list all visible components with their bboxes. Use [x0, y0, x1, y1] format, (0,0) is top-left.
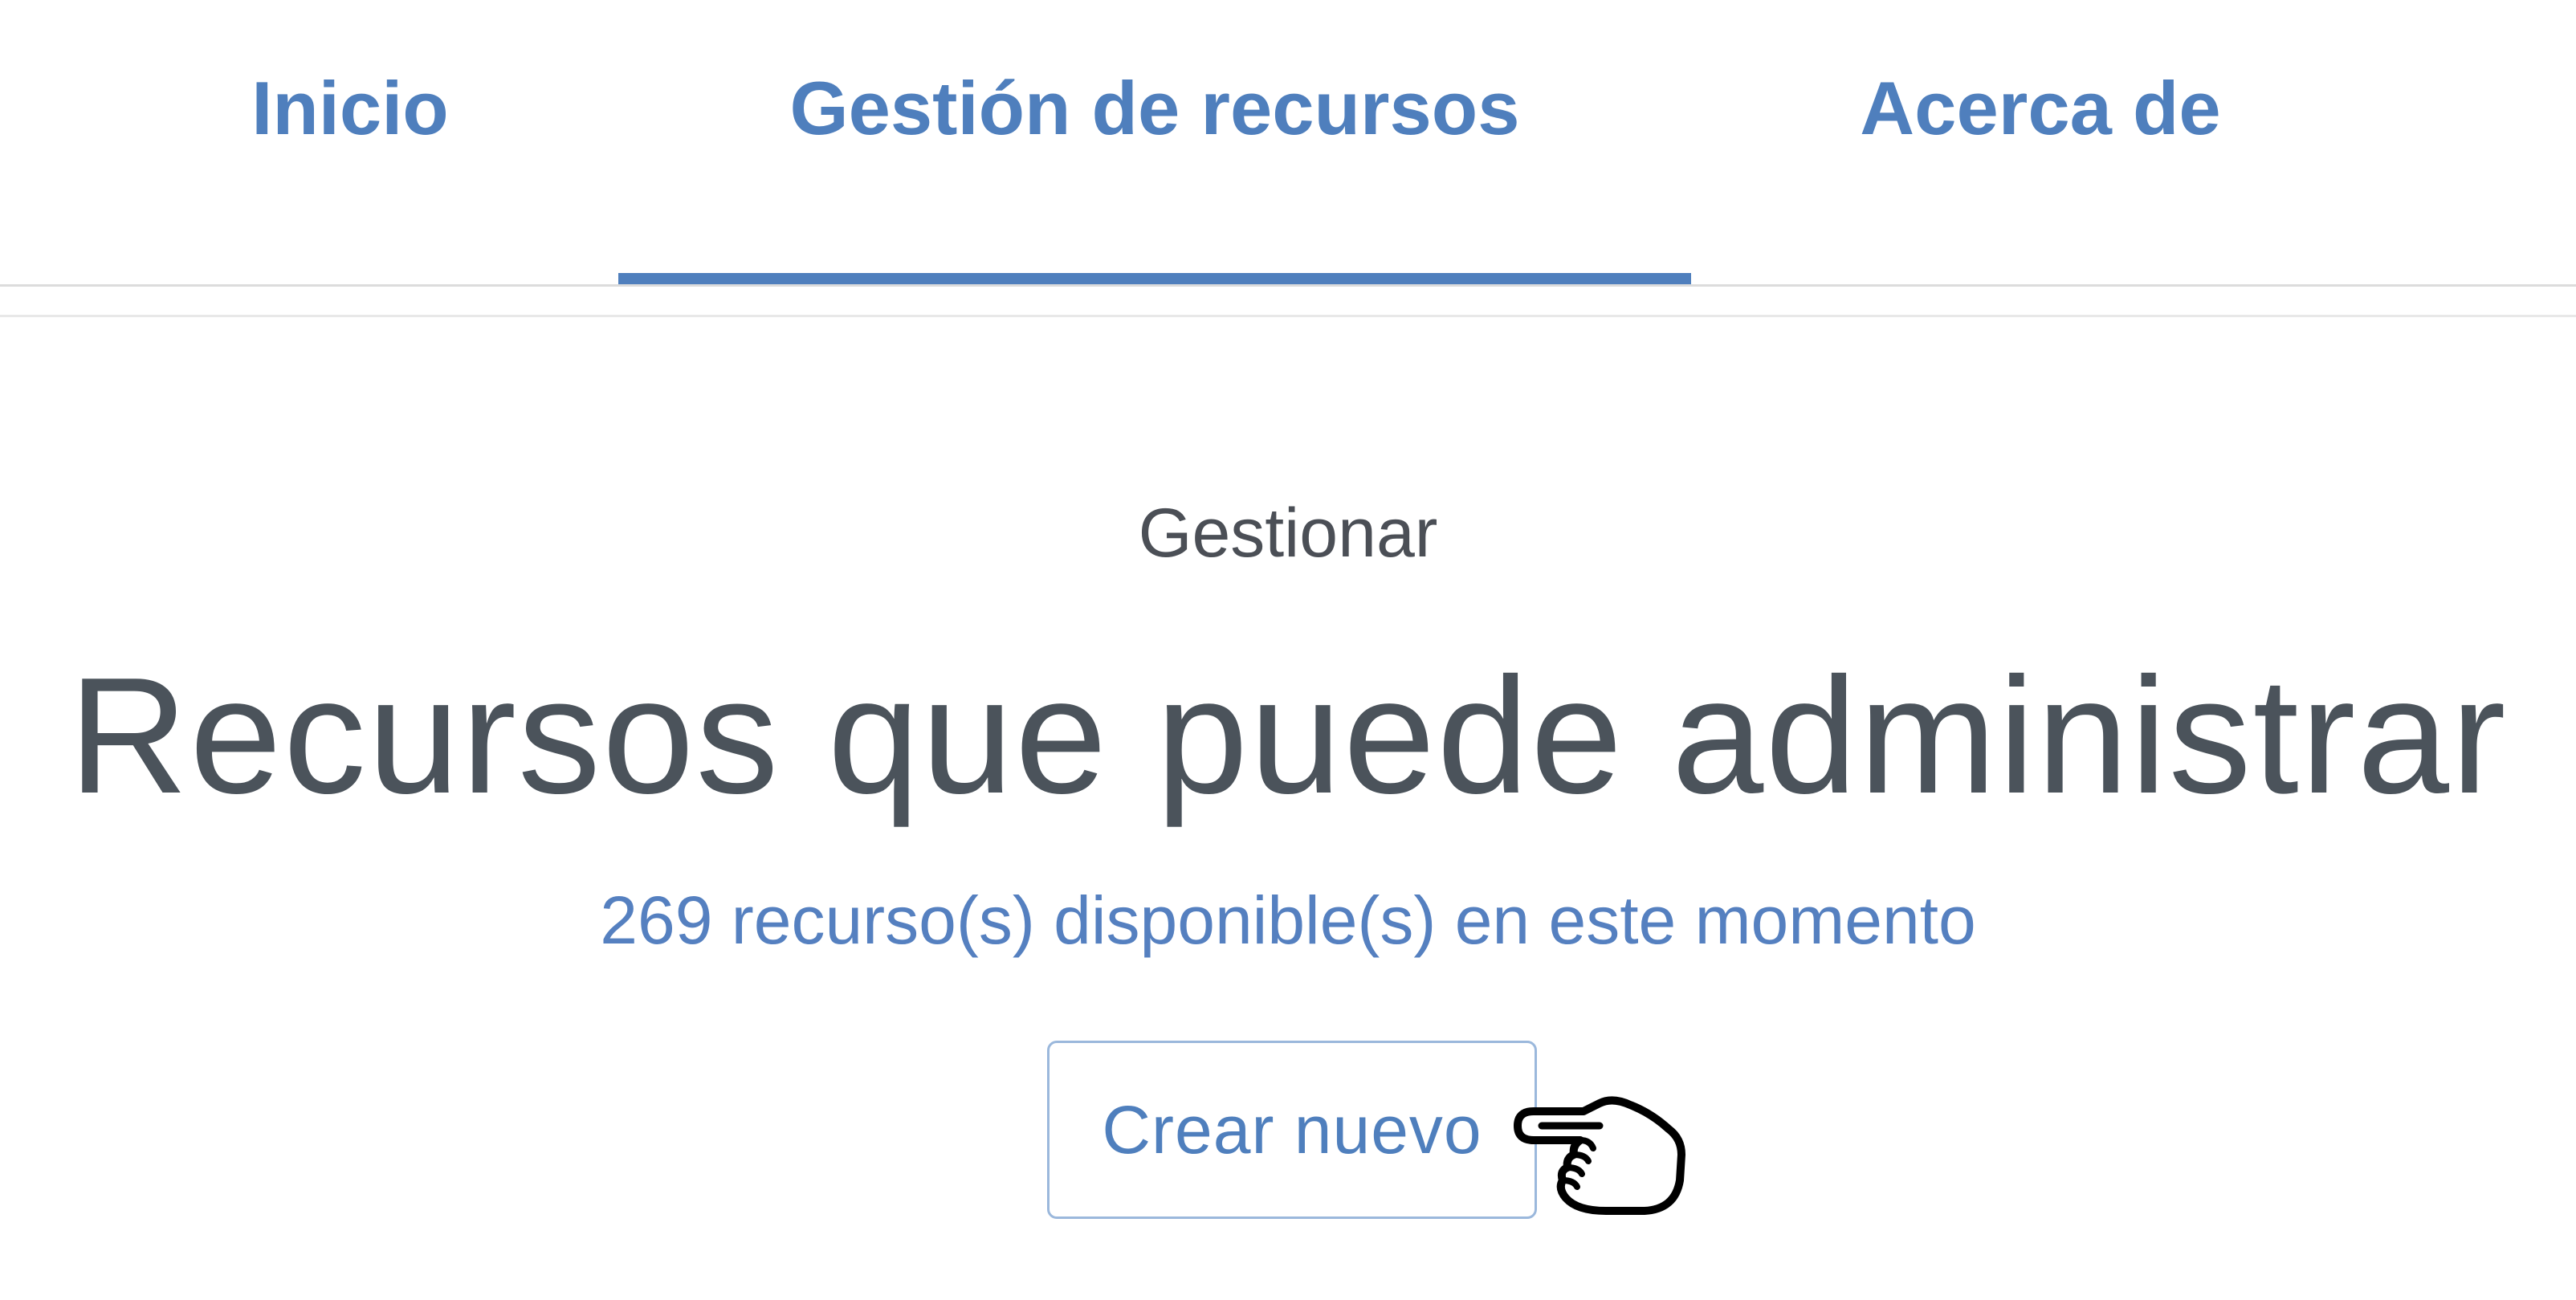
- nav-divider-secondary: [0, 315, 2576, 317]
- tab-inicio-label: Inicio: [251, 66, 449, 150]
- resource-count-text: 269 recurso(s) disponible(s) en este mom…: [600, 882, 1976, 958]
- tab-acerca-de[interactable]: Acerca de: [1779, 0, 2301, 286]
- page-title: Recursos que puede administrar: [68, 643, 2508, 828]
- create-new-button[interactable]: Crear nuevo: [1047, 1041, 1537, 1219]
- tab-inicio[interactable]: Inicio: [188, 0, 512, 286]
- top-navigation: Inicio Gestión de recursos Acerca de: [0, 0, 2576, 317]
- tab-acerca-de-label: Acerca de: [1860, 66, 2221, 150]
- nav-divider: [0, 284, 2576, 287]
- active-tab-indicator: [618, 273, 1691, 284]
- section-eyebrow: Gestionar: [1138, 495, 1438, 572]
- tab-gestion-de-recursos-label: Gestión de recursos: [789, 66, 1520, 150]
- hand-pointer-icon: [1514, 1096, 1685, 1215]
- page: Inicio Gestión de recursos Acerca de Ges…: [0, 0, 2576, 1300]
- tab-gestion-de-recursos[interactable]: Gestión de recursos: [618, 0, 1691, 286]
- create-new-button-label: Crear nuevo: [1102, 1092, 1482, 1168]
